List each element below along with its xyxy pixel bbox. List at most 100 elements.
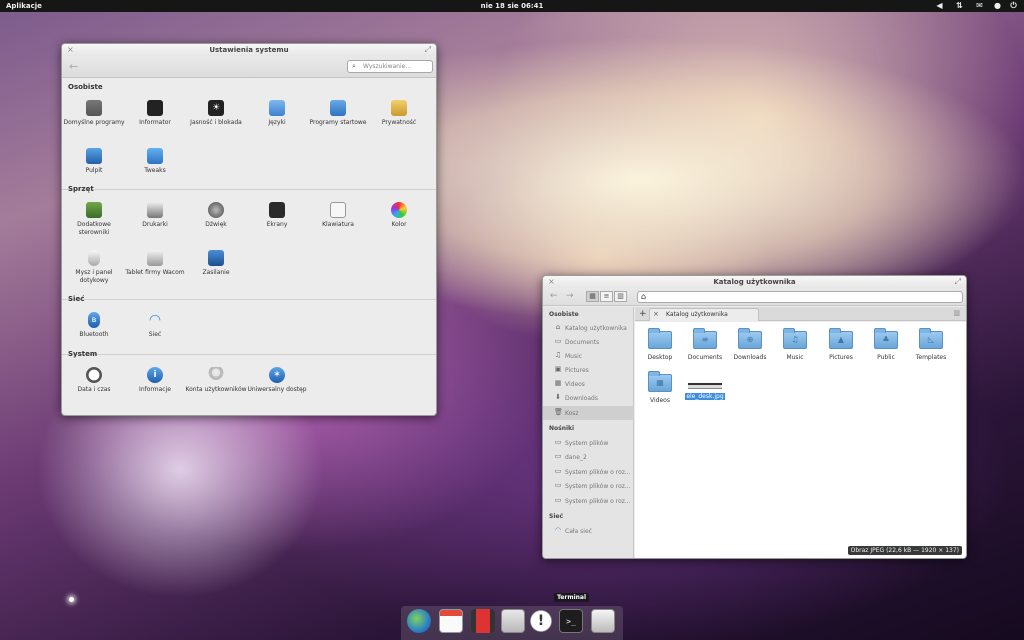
background-sparkle bbox=[69, 597, 74, 602]
settings-item-accessibility[interactable]: ✶ Uniwersalny dostęp bbox=[246, 367, 308, 394]
settings-switch-icon[interactable] bbox=[591, 609, 615, 633]
titlebar[interactable]: × Katalog użytkownika ⤢ bbox=[543, 276, 966, 288]
settings-item-user-accounts[interactable]: Konta użytkowników bbox=[185, 367, 247, 394]
mouse-icon bbox=[88, 250, 100, 266]
titlebar[interactable]: × Ustawienia systemu ⤢ bbox=[62, 44, 436, 56]
sidebar-heading-network: Sieć bbox=[549, 513, 564, 520]
informator-icon bbox=[147, 100, 163, 116]
calendar-icon[interactable] bbox=[439, 609, 463, 633]
mail-icon[interactable]: ✉ bbox=[975, 2, 984, 10]
sidebar-item-music[interactable]: ♫ Music bbox=[543, 349, 634, 363]
tab-home[interactable]: × Katalog użytkownika bbox=[649, 308, 759, 321]
sidebar-item-pictures[interactable]: ▣ Pictures bbox=[543, 363, 634, 377]
settings-item-info[interactable]: i Informacje bbox=[124, 367, 186, 394]
sidebar-item-drive[interactable]: ▭ System plików o roz... bbox=[543, 479, 634, 493]
notifications-icon[interactable]: ! bbox=[529, 609, 553, 633]
clock[interactable]: nie 18 sie 06:41 bbox=[0, 2, 1024, 10]
folder-icon: ♣ bbox=[874, 328, 898, 349]
column-view-icon[interactable]: ▥ bbox=[614, 291, 627, 302]
folder-templates[interactable]: ◺ Templates bbox=[909, 328, 953, 361]
settings-item-drivers[interactable]: Dodatkowe sterowniki bbox=[63, 202, 125, 237]
home-icon[interactable]: ⌂ bbox=[641, 292, 646, 301]
folder-public[interactable]: ♣ Public bbox=[864, 328, 908, 361]
tweaks-icon bbox=[147, 148, 163, 164]
tablet-icon bbox=[147, 250, 163, 266]
settings-item-brightness[interactable]: ☀ Jasność i blokada bbox=[185, 100, 247, 127]
section-title-sprzet: Sprzęt bbox=[68, 185, 94, 193]
sidebar-item-drive[interactable]: ▭ System plików o roz... bbox=[543, 465, 634, 479]
settings-item-startup[interactable]: Programy startowe bbox=[307, 100, 369, 127]
folder-pictures[interactable]: ▲ Pictures bbox=[819, 328, 863, 361]
sidebar-item-downloads[interactable]: ⬇ Downloads bbox=[543, 391, 634, 405]
volume-icon[interactable]: ◀ bbox=[935, 2, 944, 10]
folder-icon bbox=[648, 328, 672, 349]
close-tab-icon[interactable]: × bbox=[653, 310, 659, 318]
drive-icon: ▭ bbox=[554, 467, 562, 475]
sidebar-item-trash[interactable]: 🗑 Kosz bbox=[543, 406, 634, 420]
videos-icon: ▦ bbox=[554, 379, 562, 387]
language-icon bbox=[269, 100, 285, 116]
network-icon[interactable]: ⇅ bbox=[955, 2, 964, 10]
new-tab-icon[interactable]: + bbox=[639, 309, 647, 319]
settings-item-sound[interactable]: Dźwięk bbox=[185, 202, 247, 229]
settings-item-privacy[interactable]: Prywatność bbox=[368, 100, 430, 127]
search-placeholder: Wyszukiwanie... bbox=[363, 63, 412, 70]
grid-view-icon[interactable]: ▦ bbox=[586, 291, 599, 302]
settings-item-color[interactable]: Kolor bbox=[368, 202, 430, 229]
back-arrow-icon[interactable]: ← bbox=[69, 60, 78, 73]
settings-item-languages[interactable]: Języki bbox=[246, 100, 308, 127]
settings-item-tablet[interactable]: Tablet firmy Wacom bbox=[124, 250, 186, 277]
sidebar-heading-devices: Nośniki bbox=[549, 425, 575, 432]
privacy-lock-icon bbox=[391, 100, 407, 116]
back-arrow-icon[interactable]: ← bbox=[550, 291, 558, 301]
search-input[interactable]: ⌕ Wyszukiwanie... bbox=[347, 60, 433, 73]
sidebar-item-documents[interactable]: ▭ Documents bbox=[543, 335, 634, 349]
settings-item-keyboard[interactable]: Klawiatura bbox=[307, 202, 369, 229]
settings-item-bluetooth[interactable]: ʙ Bluetooth bbox=[63, 312, 125, 339]
folder-music[interactable]: ♫ Music bbox=[773, 328, 817, 361]
user-icon[interactable]: ● bbox=[993, 2, 1002, 10]
settings-item-mouse[interactable]: Mysz i panel dotykowy bbox=[63, 250, 125, 285]
user-accounts-icon bbox=[208, 367, 224, 383]
folder-icon: ▦ bbox=[648, 371, 672, 392]
video-player-icon[interactable] bbox=[471, 609, 495, 633]
printer-icon bbox=[147, 202, 163, 218]
settings-item-displays[interactable]: Ekrany bbox=[246, 202, 308, 229]
terminal-icon[interactable]: >_ bbox=[559, 609, 583, 633]
settings-item-tweaks[interactable]: Tweaks bbox=[124, 148, 186, 175]
folder-icon: ▲ bbox=[829, 328, 853, 349]
sidebar-item-videos[interactable]: ▦ Videos bbox=[543, 377, 634, 391]
folder-videos[interactable]: ▦ Videos bbox=[638, 371, 682, 404]
files-icon[interactable] bbox=[501, 609, 525, 633]
path-bar[interactable]: ⌂ bbox=[637, 291, 963, 303]
settings-item-power[interactable]: Zasilanie bbox=[185, 250, 247, 277]
folder-documents[interactable]: ≡ Documents bbox=[683, 328, 727, 361]
settings-item-default-apps[interactable]: Domyślne programy bbox=[63, 100, 125, 127]
color-icon bbox=[391, 202, 407, 218]
list-view-icon[interactable]: ≡ bbox=[600, 291, 613, 302]
settings-item-network[interactable]: ◠ Sieć bbox=[124, 312, 186, 339]
settings-item-informator[interactable]: Informator bbox=[124, 100, 186, 127]
keyboard-icon bbox=[330, 202, 346, 218]
drive-icon: ▭ bbox=[554, 481, 562, 489]
sidebar-item-home[interactable]: ⌂ Katalog użytkownika bbox=[543, 321, 634, 335]
sidebar-item-drive[interactable]: ▭ System plików bbox=[543, 436, 634, 450]
folder-downloads[interactable]: ⊕ Downloads bbox=[728, 328, 772, 361]
home-icon: ⌂ bbox=[555, 323, 561, 331]
settings-item-printers[interactable]: Drukarki bbox=[124, 202, 186, 229]
settings-item-desktop[interactable]: Pulpit bbox=[63, 148, 125, 175]
file-image[interactable]: ele_desk.jpg bbox=[683, 374, 727, 400]
sidebar-item-network[interactable]: ◠ Cała sieć bbox=[543, 524, 634, 538]
browser-icon[interactable] bbox=[407, 609, 431, 633]
power-icon[interactable]: ⏻ bbox=[1009, 2, 1018, 10]
trash-icon[interactable]: ▥ bbox=[953, 309, 960, 317]
sidebar-item-drive[interactable]: ▭ System plików o roz... bbox=[543, 494, 634, 508]
maximize-icon[interactable]: ⤢ bbox=[425, 45, 431, 55]
drive-icon: ▭ bbox=[554, 496, 562, 504]
tab-bar: + × Katalog użytkownika ▥ bbox=[635, 307, 966, 321]
maximize-icon[interactable]: ⤢ bbox=[955, 277, 961, 287]
settings-item-date-time[interactable]: Data i czas bbox=[63, 367, 125, 394]
folder-desktop[interactable]: Desktop bbox=[638, 328, 682, 361]
sidebar-item-drive[interactable]: ▭ dane_2 bbox=[543, 450, 634, 464]
forward-arrow-icon[interactable]: → bbox=[566, 291, 574, 301]
